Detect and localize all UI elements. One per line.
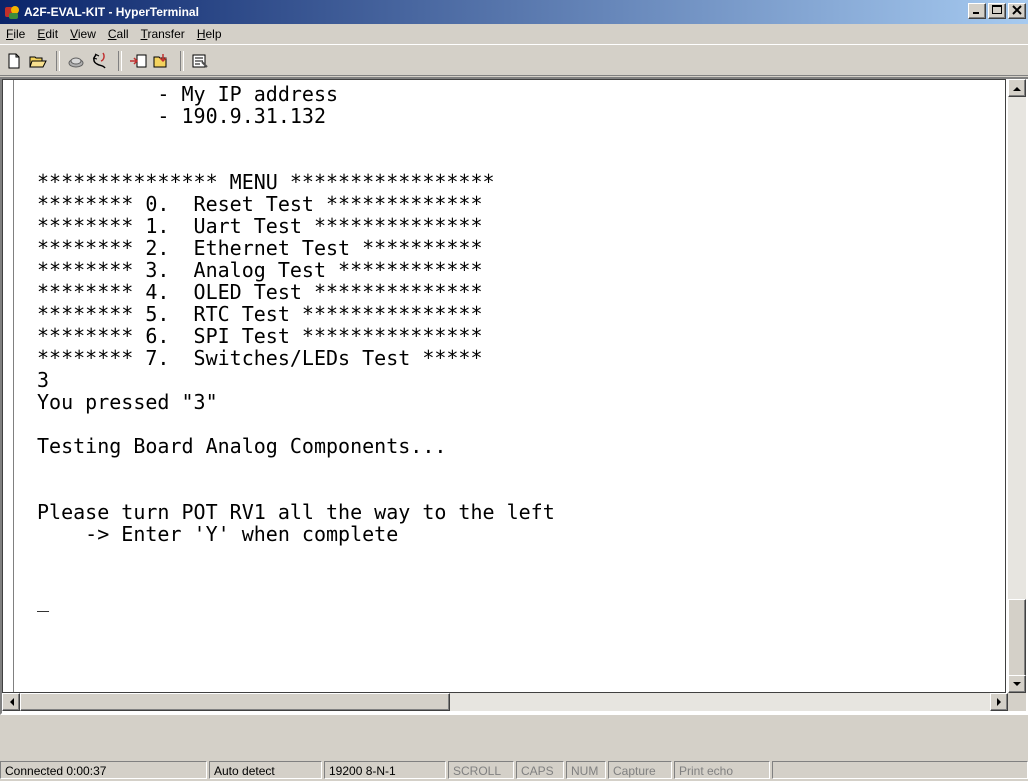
close-button[interactable] (1008, 3, 1026, 19)
receive-icon (153, 54, 167, 68)
new-connection-icon (8, 53, 20, 69)
disconnect-icon (92, 52, 106, 69)
status-settings: 19200 8-N-1 (324, 760, 446, 779)
left-arrow-icon (9, 698, 14, 706)
new-connection-button[interactable] (3, 50, 25, 72)
minimize-button[interactable] (968, 3, 986, 19)
disconnect-button[interactable] (89, 50, 111, 72)
scroll-down-button[interactable] (1008, 675, 1026, 693)
menu-file[interactable]: File (0, 27, 31, 41)
menu-transfer[interactable]: Transfer (135, 27, 191, 41)
terminal-screen[interactable]: - My IP address - 190.9.31.132 *********… (2, 79, 1006, 693)
status-caps: CAPS (516, 760, 564, 779)
receive-button[interactable] (151, 50, 173, 72)
phone-icon (68, 57, 84, 68)
status-capture: Capture (608, 760, 672, 779)
up-arrow-icon (1013, 86, 1021, 91)
send-icon (130, 54, 147, 68)
send-button[interactable] (127, 50, 149, 72)
window-title: A2F-EVAL-KIT - HyperTerminal (24, 5, 199, 19)
terminal-margin (3, 80, 14, 692)
down-arrow-icon (1013, 681, 1021, 686)
scroll-left-button[interactable] (2, 693, 20, 711)
status-connected: Connected 0:00:37 (0, 760, 207, 779)
menu-help[interactable]: Help (191, 27, 228, 41)
scroll-right-button[interactable] (990, 693, 1008, 711)
scroll-up-button[interactable] (1008, 79, 1026, 97)
minimize-icon (973, 12, 979, 14)
status-resize-grip[interactable] (772, 760, 1028, 779)
status-num: NUM (566, 760, 606, 779)
right-arrow-icon (996, 698, 1001, 706)
menu-bar: File Edit View Call Transfer Help (0, 24, 1028, 44)
hyperterminal-window: A2F-EVAL-KIT - HyperTerminal File Edit Vie… (0, 0, 1028, 781)
title-bar[interactable]: A2F-EVAL-KIT - HyperTerminal (0, 0, 1028, 24)
call-button[interactable] (65, 50, 87, 72)
properties-icon (192, 54, 208, 68)
toolbar (0, 44, 1028, 76)
status-print-echo: Print echo (674, 760, 770, 779)
open-button[interactable] (27, 50, 49, 72)
status-bar: Connected 0:00:37 Auto detect 19200 8-N-… (0, 758, 1028, 781)
toolbar-separator (118, 51, 122, 71)
scrollbar-corner (1008, 693, 1026, 711)
vertical-scroll-thumb[interactable] (1008, 599, 1026, 677)
horizontal-scroll-thumb[interactable] (20, 693, 450, 711)
maximize-button[interactable] (988, 3, 1006, 19)
menu-view[interactable]: View (64, 27, 102, 41)
window-controls (966, 3, 1026, 19)
properties-button[interactable] (189, 50, 211, 72)
terminal-frame: - My IP address - 190.9.31.132 *********… (0, 77, 1028, 715)
menu-call[interactable]: Call (102, 27, 135, 41)
status-scroll: SCROLL (448, 760, 514, 779)
horizontal-scrollbar[interactable] (2, 693, 1008, 711)
toolbar-separator (56, 51, 60, 71)
menu-edit[interactable]: Edit (31, 27, 64, 41)
status-detect: Auto detect (209, 760, 322, 779)
hyperterminal-app-icon[interactable] (4, 4, 20, 20)
terminal-output: - My IP address - 190.9.31.132 *********… (37, 82, 555, 612)
toolbar-separator (180, 51, 184, 71)
close-icon (1012, 5, 1022, 15)
maximize-icon (992, 5, 1002, 14)
vertical-scrollbar[interactable] (1008, 79, 1026, 693)
open-icon (29, 56, 47, 68)
